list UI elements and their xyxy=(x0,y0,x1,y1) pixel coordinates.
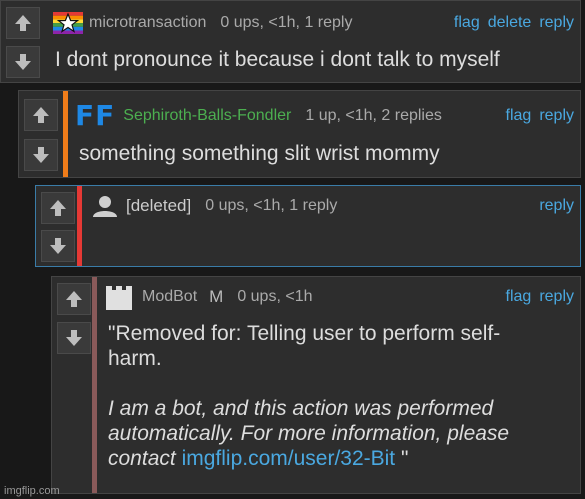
username[interactable]: Sephiroth-Balls-Fondler xyxy=(123,107,291,125)
comment-sephiroth: FF Sephiroth-Balls-Fondler 1 up, <1h, 2 … xyxy=(18,90,581,178)
thread-bar xyxy=(77,186,82,266)
upvote-button[interactable] xyxy=(24,99,58,131)
arrow-down-icon xyxy=(15,54,31,70)
contact-link[interactable]: imgflip.com/user/32-Bit xyxy=(182,447,396,470)
thread-bar xyxy=(63,91,68,177)
comment-text: I dont pronounce it because i dont talk … xyxy=(55,48,500,71)
vote-column xyxy=(1,1,45,82)
flag-link[interactable]: flag xyxy=(506,288,532,306)
user-silhouette-icon xyxy=(92,195,118,217)
arrow-down-icon xyxy=(66,330,82,346)
comment-text: "Removed for: Telling user to perform se… xyxy=(108,321,576,471)
comment-meta: 0 ups, <1h, 1 reply xyxy=(220,14,353,31)
upvote-button[interactable] xyxy=(41,192,75,224)
vote-column xyxy=(52,277,96,493)
bot-notice-line2: automatically. For more information, ple… xyxy=(108,422,510,445)
comment-meta: 1 up, <1h, 2 replies xyxy=(305,107,442,124)
upvote-button[interactable] xyxy=(57,283,91,315)
downvote-button[interactable] xyxy=(6,46,40,78)
flag-link[interactable]: flag xyxy=(454,14,480,32)
downvote-button[interactable] xyxy=(24,139,58,171)
bot-notice-line1: I am a bot, and this action was performe… xyxy=(108,397,494,420)
arrow-up-icon xyxy=(15,15,31,31)
thread-bar xyxy=(92,277,97,493)
reply-link[interactable]: reply xyxy=(539,107,574,125)
downvote-button[interactable] xyxy=(41,230,75,262)
vote-column xyxy=(36,186,80,266)
closing-quote: " xyxy=(400,447,409,470)
username: [deleted] xyxy=(126,196,192,215)
delete-link[interactable]: delete xyxy=(488,14,532,32)
arrow-down-icon xyxy=(50,238,66,254)
reply-link[interactable]: reply xyxy=(539,288,574,306)
comment-text: something something slit wrist mommy xyxy=(79,142,440,165)
ff-logo-icon: FF xyxy=(75,99,116,132)
vote-column xyxy=(19,91,63,177)
comment-modbot: ModBot M 0 ups, <1h flag reply "Removed … xyxy=(51,276,581,494)
flag-link[interactable]: flag xyxy=(506,107,532,125)
username[interactable]: ModBot xyxy=(142,288,197,306)
imgflip-watermark: imgflip.com xyxy=(4,485,60,497)
comment-deleted: [deleted] 0 ups, <1h, 1 reply reply xyxy=(35,185,581,267)
arrow-down-icon xyxy=(33,147,49,163)
downvote-button[interactable] xyxy=(57,322,91,354)
mod-badge: M xyxy=(209,287,224,306)
contact-label: contact xyxy=(108,447,176,470)
comment-meta: 0 ups, <1h xyxy=(237,288,313,305)
removal-reason-line2: harm. xyxy=(108,347,162,370)
upvote-button[interactable] xyxy=(6,7,40,39)
reply-link[interactable]: reply xyxy=(539,197,574,215)
username[interactable]: microtransaction xyxy=(89,14,206,32)
comment-meta: 0 ups, <1h, 1 reply xyxy=(205,197,338,214)
star-flag-icon xyxy=(53,12,83,34)
arrow-up-icon xyxy=(50,200,66,216)
arrow-up-icon xyxy=(66,291,82,307)
comment-microtransaction: microtransaction 0 ups, <1h, 1 reply fla… xyxy=(0,0,581,83)
arrow-up-icon xyxy=(33,107,49,123)
castle-tower-icon xyxy=(104,284,138,310)
bot-notice-line3: contact imgflip.com/user/32-Bit " xyxy=(108,446,576,471)
removal-reason-line1: "Removed for: Telling user to perform se… xyxy=(108,322,501,345)
reply-link[interactable]: reply xyxy=(539,14,574,32)
